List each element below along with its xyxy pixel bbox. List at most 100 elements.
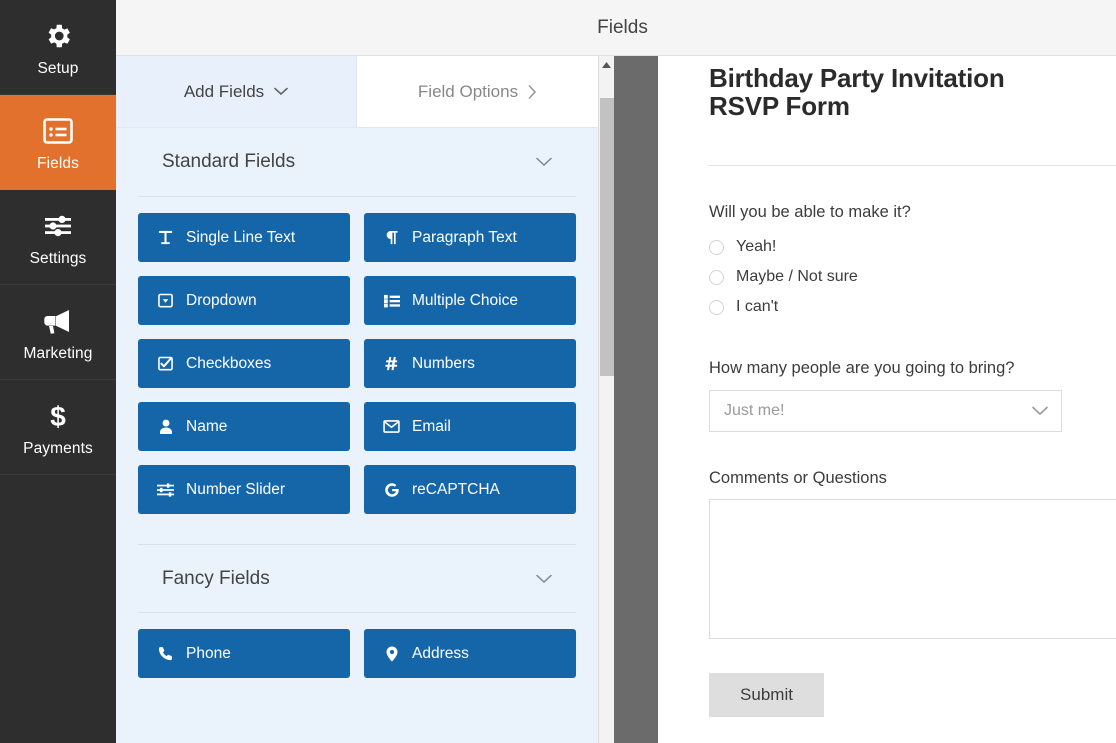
field-button-checkboxes[interactable]: Checkboxes xyxy=(138,339,350,388)
primary-sidebar: Setup Fields Settings Marketing $ Paymen… xyxy=(0,0,116,743)
sidebar-item-settings[interactable]: Settings xyxy=(0,190,116,285)
phone-icon xyxy=(156,646,175,661)
dropdown-value: Just me! xyxy=(724,402,785,420)
user-icon xyxy=(156,419,175,434)
sidebar-item-setup[interactable]: Setup xyxy=(0,0,116,95)
field-label: How many people are you going to bring? xyxy=(709,359,1015,378)
fields-scroll-region: Standard Fields Single Line Text Paragra… xyxy=(116,127,598,743)
section-title: Fancy Fields xyxy=(162,567,270,589)
section-header-standard-fields[interactable]: Standard Fields xyxy=(138,128,576,196)
comments-textarea[interactable] xyxy=(709,499,1116,640)
field-button-label: Dropdown xyxy=(186,291,257,309)
tab-field-options[interactable]: Field Options xyxy=(357,56,598,127)
sidebar-item-label: Payments xyxy=(23,440,93,457)
field-button-name[interactable]: Name xyxy=(138,402,350,451)
radio-button-icon[interactable] xyxy=(709,239,724,255)
sidebar-item-label: Settings xyxy=(29,250,87,267)
dropdown-select[interactable]: Just me! xyxy=(709,390,1062,433)
sidebar-item-fields[interactable]: Fields xyxy=(0,95,116,190)
field-button-multiple-choice[interactable]: Multiple Choice xyxy=(364,276,576,325)
radio-option[interactable]: Yeah! xyxy=(709,232,1116,262)
chevron-down-icon xyxy=(536,574,552,584)
radio-option-label: Yeah! xyxy=(736,238,777,256)
radio-list-icon xyxy=(382,294,401,308)
field-button-phone[interactable]: Phone xyxy=(138,629,350,678)
radio-option[interactable]: I can't xyxy=(709,292,1116,322)
map-pin-icon xyxy=(382,646,401,662)
field-button-number-slider[interactable]: Number Slider xyxy=(138,465,350,514)
field-button-label: Phone xyxy=(186,644,231,662)
list-panel-icon xyxy=(43,111,73,151)
main-area: Fields Add Fields Field Options Standard… xyxy=(116,0,1116,743)
field-button-label: Email xyxy=(412,417,451,435)
field-button-email[interactable]: Email xyxy=(364,402,576,451)
form-field-textarea: Comments or Questions xyxy=(709,469,1116,640)
chevron-down-icon xyxy=(536,157,552,167)
preview-gutter xyxy=(614,56,658,743)
field-button-label: Numbers xyxy=(412,354,475,372)
checkbox-icon xyxy=(156,356,175,371)
field-button-label: Address xyxy=(412,644,469,662)
fancy-fields-grid: Phone Address xyxy=(116,613,598,678)
radio-button-icon[interactable] xyxy=(709,299,724,315)
sidebar-item-label: Marketing xyxy=(23,345,93,362)
radio-option[interactable]: Maybe / Not sure xyxy=(709,262,1116,292)
field-button-dropdown[interactable]: Dropdown xyxy=(138,276,350,325)
form-preview: Birthday Party Invitation RSVP Form Will… xyxy=(658,56,1116,743)
megaphone-icon xyxy=(42,301,74,341)
tab-label: Add Fields xyxy=(183,81,265,101)
field-button-label: reCAPTCHA xyxy=(412,480,500,498)
form-title: Birthday Party Invitation RSVP Form xyxy=(709,63,1005,122)
top-header-bar: Fields xyxy=(116,0,1116,56)
google-g-icon xyxy=(382,482,401,498)
svg-text:$: $ xyxy=(50,401,66,431)
field-button-recaptcha[interactable]: reCAPTCHA xyxy=(364,465,576,514)
page-title: Fields xyxy=(597,16,648,38)
sidebar-item-payments[interactable]: $ Payments xyxy=(0,380,116,475)
sidebar-item-label: Fields xyxy=(37,155,79,172)
dollar-icon: $ xyxy=(45,396,71,436)
radio-button-icon[interactable] xyxy=(709,269,724,285)
field-button-single-line-text[interactable]: Single Line Text xyxy=(138,213,350,262)
hash-icon xyxy=(382,356,401,371)
field-button-label: Multiple Choice xyxy=(412,291,518,309)
panel-tabs: Add Fields Field Options xyxy=(116,56,598,127)
form-field-radio-group: Will you be able to make it? Yeah! Maybe… xyxy=(709,203,1116,322)
standard-fields-grid: Single Line Text Paragraph Text Dropdown… xyxy=(116,197,598,514)
text-cursor-icon xyxy=(156,230,175,245)
envelope-icon xyxy=(382,420,401,433)
field-button-numbers[interactable]: Numbers xyxy=(364,339,576,388)
submit-button[interactable]: Submit xyxy=(709,673,824,718)
sidebar-item-marketing[interactable]: Marketing xyxy=(0,285,116,380)
field-button-label: Name xyxy=(186,417,228,435)
scroll-up-arrow-icon[interactable] xyxy=(599,56,614,73)
section-header-fancy-fields[interactable]: Fancy Fields xyxy=(138,544,576,612)
radio-option-label: Maybe / Not sure xyxy=(736,268,858,286)
panel-scrollbar[interactable] xyxy=(598,56,614,743)
section-title: Standard Fields xyxy=(162,151,296,172)
field-button-address[interactable]: Address xyxy=(364,629,576,678)
chevron-right-icon xyxy=(528,84,537,99)
fields-panel: Add Fields Field Options Standard Fields… xyxy=(116,56,598,743)
radio-option-label: I can't xyxy=(736,298,779,316)
field-button-label: Checkboxes xyxy=(186,354,272,372)
chevron-down-icon xyxy=(274,87,288,96)
tab-add-fields[interactable]: Add Fields xyxy=(116,56,357,127)
dropdown-icon xyxy=(156,293,175,308)
pilcrow-icon xyxy=(382,230,401,245)
slider-icon xyxy=(156,482,175,497)
title-divider xyxy=(709,165,1116,167)
form-builder-app: Setup Fields Settings Marketing $ Paymen… xyxy=(0,0,1116,743)
radio-options: Yeah! Maybe / Not sure I can't xyxy=(709,232,1116,322)
builder-body: Add Fields Field Options Standard Fields… xyxy=(116,56,1116,743)
field-label: Will you be able to make it? xyxy=(709,203,911,222)
form-field-dropdown: How many people are you going to bring? … xyxy=(709,359,1116,433)
scrollbar-thumb[interactable] xyxy=(600,98,614,376)
field-button-label: Number Slider xyxy=(186,480,286,498)
field-button-paragraph-text[interactable]: Paragraph Text xyxy=(364,213,576,262)
sliders-icon xyxy=(43,206,73,246)
field-button-label: Single Line Text xyxy=(186,228,296,246)
chevron-down-icon xyxy=(1032,406,1048,416)
field-button-label: Paragraph Text xyxy=(412,228,517,246)
field-label: Comments or Questions xyxy=(709,469,887,488)
